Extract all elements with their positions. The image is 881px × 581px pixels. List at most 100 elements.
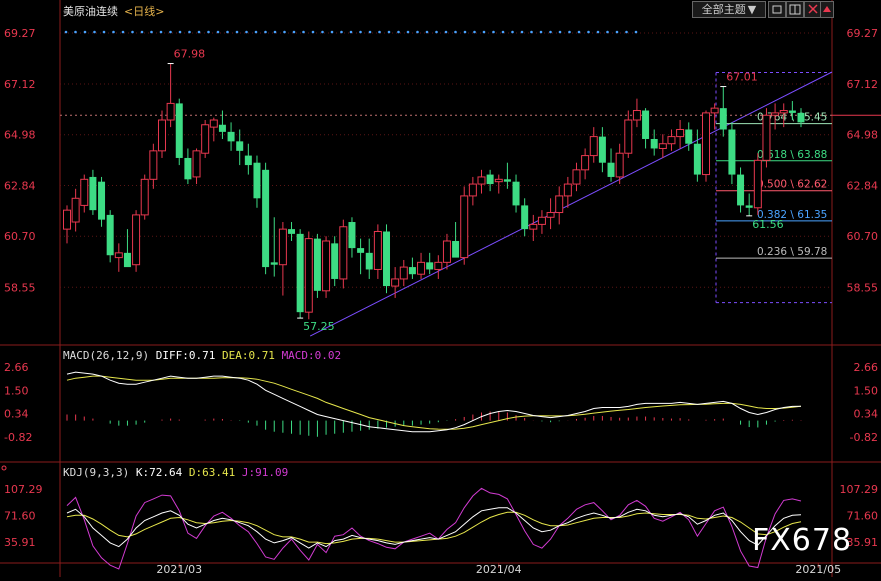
candle-body-down bbox=[296, 233, 304, 313]
event-marker-dot bbox=[549, 30, 552, 34]
event-marker-dot bbox=[359, 30, 362, 34]
theme-dropdown[interactable]: 全部主题 ▼ bbox=[692, 1, 766, 18]
macd-tick-right: -0.82 bbox=[850, 431, 878, 444]
candle-body-up bbox=[278, 228, 287, 266]
time-label: 2021/05 bbox=[795, 563, 841, 576]
kdj-tick-right: 107.29 bbox=[840, 483, 879, 496]
candle-body-down bbox=[521, 205, 529, 230]
candle-body-up bbox=[702, 112, 711, 176]
candle-body-up bbox=[166, 102, 175, 121]
event-marker-dot bbox=[387, 30, 391, 34]
tool-rectangle-icon[interactable] bbox=[768, 1, 786, 18]
chart-canvas: 69.27 69.27 67.12 67.12 64.98 64.98 62.84 62.84… bbox=[0, 0, 881, 577]
candle-body-up bbox=[391, 278, 400, 287]
event-marker-dot bbox=[102, 30, 106, 34]
symbol-label: 美原油连续 bbox=[63, 5, 118, 18]
event-marker-dot bbox=[216, 30, 220, 34]
price-tick-left: 58.55 bbox=[4, 281, 36, 294]
macd-diff-line bbox=[66, 371, 802, 433]
event-marker-dot bbox=[83, 30, 87, 34]
candle-body-down bbox=[737, 174, 745, 206]
kdj-k-value: K:72.64 bbox=[135, 466, 183, 479]
time-label: 2021/03 bbox=[156, 563, 202, 576]
extreme-label-low1: 57.25 bbox=[303, 320, 335, 333]
support-trendline bbox=[309, 71, 833, 337]
kdj-legend: KDJ(9,3,3) K:72.64 D:63.41 J:91.09 bbox=[63, 466, 288, 479]
event-marker-dot bbox=[169, 30, 172, 34]
period-label[interactable]: <日线> bbox=[124, 3, 164, 19]
candle-body-down bbox=[788, 110, 796, 113]
candle-body-up bbox=[563, 183, 572, 197]
candle-body-up bbox=[572, 169, 581, 185]
price-tick-left: 60.70 bbox=[4, 230, 36, 243]
candle-body-up bbox=[304, 238, 313, 313]
chart-stage: 69.27 69.27 67.12 67.12 64.98 64.98 62.84 62.84… bbox=[0, 0, 881, 577]
fib-level-label: 0.236 \ 59.78 bbox=[757, 246, 827, 258]
candle-body-down bbox=[383, 231, 391, 287]
event-marker-dot bbox=[321, 30, 324, 34]
event-marker-dot bbox=[311, 30, 315, 34]
event-marker-dot bbox=[64, 30, 68, 34]
tool-layout-icon[interactable] bbox=[786, 1, 804, 18]
macd-tick-left: 1.50 bbox=[4, 384, 29, 397]
candle-body-up bbox=[771, 112, 780, 116]
tool-expand-icon[interactable] bbox=[820, 1, 834, 18]
event-marker-dot bbox=[587, 30, 590, 34]
event-marker-dot bbox=[416, 30, 419, 34]
event-marker-dot bbox=[397, 30, 400, 34]
event-marker-dot bbox=[93, 30, 96, 34]
candle-body-down bbox=[357, 248, 365, 253]
rectangle-icon bbox=[772, 5, 782, 14]
candle-body-down bbox=[719, 108, 727, 130]
candle-body-up bbox=[555, 195, 564, 214]
event-marker-dot bbox=[340, 30, 343, 34]
event-marker-dot bbox=[520, 30, 524, 34]
candle-body-down bbox=[426, 262, 434, 270]
event-marker-dot bbox=[150, 30, 153, 34]
candle-body-down bbox=[270, 262, 278, 265]
candle-body-up bbox=[624, 119, 633, 154]
kdj-tick-right: 71.60 bbox=[847, 510, 879, 523]
price-tick-left: 64.98 bbox=[4, 129, 36, 142]
candle-body-up bbox=[80, 178, 89, 206]
candle-body-up bbox=[399, 266, 408, 280]
candle-body-down bbox=[244, 155, 252, 166]
candle-body-up bbox=[322, 240, 331, 292]
candle-body-down bbox=[512, 181, 520, 206]
candle-body-up bbox=[71, 197, 80, 223]
candle-body-down bbox=[175, 103, 183, 158]
price-tick-right: 69.27 bbox=[847, 27, 879, 40]
candle-body-up bbox=[779, 110, 788, 114]
candle-body-down bbox=[348, 222, 356, 249]
event-marker-dot bbox=[292, 30, 296, 34]
event-marker-dot bbox=[207, 30, 210, 34]
candle-body-down bbox=[452, 240, 460, 258]
event-marker-dot bbox=[596, 30, 600, 34]
kdj-title: KDJ(9,3,3) bbox=[63, 466, 130, 479]
candle-body-up bbox=[468, 183, 477, 197]
event-marker-dot bbox=[121, 30, 125, 34]
event-marker-dot bbox=[606, 30, 609, 34]
event-marker-dot bbox=[131, 30, 134, 34]
macd-legend: MACD(26,12,9) DIFF:0.71 DEA:0.71 MACD:0.… bbox=[63, 349, 341, 362]
candle-body-down bbox=[642, 110, 650, 139]
candle-body-down bbox=[331, 243, 339, 279]
candle-body-up bbox=[762, 114, 771, 161]
event-marker-dot bbox=[112, 30, 115, 34]
candle-body-down bbox=[365, 252, 373, 270]
price-tick-right: 60.70 bbox=[847, 230, 879, 243]
macd-tick-right: 1.50 bbox=[854, 384, 879, 397]
watermark-logo: FX678 bbox=[752, 523, 853, 558]
event-marker-dot bbox=[454, 30, 457, 34]
candle-body-down bbox=[218, 124, 226, 132]
event-marker-dot bbox=[188, 30, 191, 34]
kdj-tick-left: 71.60 bbox=[4, 510, 36, 523]
candle-body-down bbox=[288, 229, 296, 234]
event-marker-dot bbox=[226, 30, 229, 34]
event-marker-dot bbox=[425, 30, 429, 34]
candle-body-up bbox=[132, 214, 141, 266]
candle-body-down bbox=[106, 214, 114, 256]
candle-body-down bbox=[486, 174, 494, 185]
expand-icon bbox=[823, 6, 831, 12]
event-marker-dot bbox=[492, 30, 495, 34]
